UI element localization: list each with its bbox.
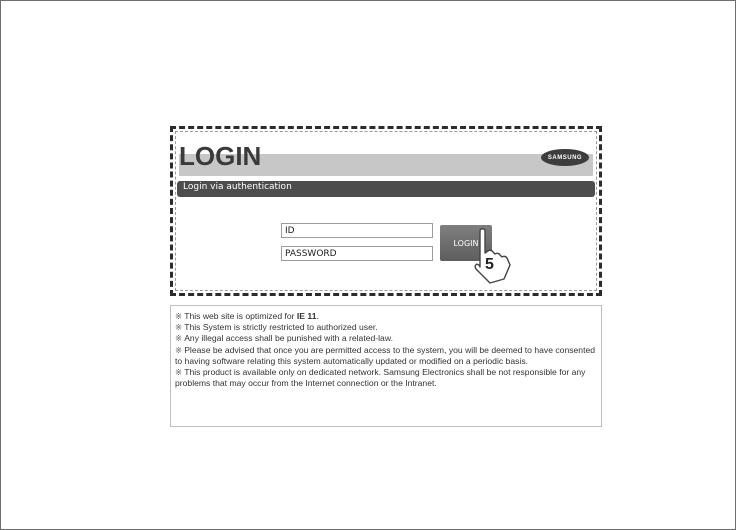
- auth-bar-label: Login via authentication: [183, 182, 292, 192]
- login-title: LOGIN: [179, 141, 262, 171]
- notice-text: This System is strictly restricted to au…: [184, 322, 378, 333]
- notice-text: This product is available only on dedica…: [175, 367, 586, 389]
- notice-line-2: ※ This System is strictly restricted to a…: [175, 322, 597, 333]
- reference-mark: ※: [175, 367, 183, 378]
- auth-bar: Login via authentication: [177, 181, 595, 197]
- notice-line-5: ※ This product is available only on dedic…: [175, 367, 597, 389]
- reference-mark: ※: [175, 344, 183, 355]
- hand-pointer-icon: 5: [474, 228, 511, 284]
- id-input[interactable]: [281, 223, 433, 238]
- login-panel: LOGIN SAMSUNG Login via authentication L…: [170, 126, 602, 296]
- reference-mark: ※: [175, 311, 183, 321]
- notice-text: This web site is optimized for: [184, 311, 297, 321]
- notice-text: Please be advised that once you are perm…: [175, 344, 596, 366]
- notice-box: ※ This web site is optimized for IE 11. ※…: [170, 305, 602, 427]
- reference-mark: ※: [175, 322, 183, 333]
- notice-line-1: ※ This web site is optimized for IE 11.: [175, 311, 597, 322]
- notice-line-4: ※ Please be advised that once you are per…: [175, 345, 597, 367]
- password-input[interactable]: [281, 246, 433, 261]
- notice-line-3: ※ Any illegal access shall be punished wi…: [175, 333, 597, 344]
- samsung-logo: SAMSUNG: [541, 149, 589, 166]
- step-number: 5: [485, 256, 494, 273]
- notice-text: .: [316, 311, 319, 321]
- logo-text: SAMSUNG: [547, 154, 583, 161]
- notice-text: Any illegal access shall be punished wit…: [184, 333, 393, 344]
- notice-bold: IE 11: [296, 311, 317, 321]
- reference-mark: ※: [175, 333, 183, 344]
